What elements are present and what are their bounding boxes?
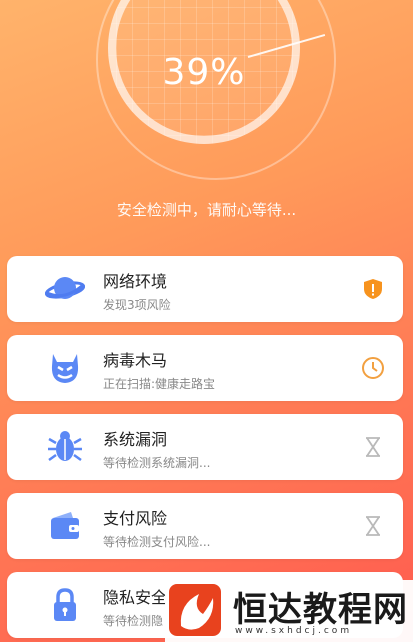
check-item-subtitle: 等待检测隐: [103, 614, 164, 628]
check-item-subtitle: 发现3项风险: [103, 298, 171, 312]
scan-status-text: 安全检测中，请耐心等待...: [116, 201, 297, 219]
clock-icon: [362, 357, 384, 379]
check-item-payment[interactable]: 支付风险 等待检测支付风险...: [7, 493, 403, 559]
check-item-title: 隐私安全: [103, 588, 168, 607]
check-item-virus[interactable]: 病毒木马 正在扫描:健康走路宝: [7, 335, 403, 401]
warning-shield-icon: [364, 279, 382, 299]
lock-icon: [54, 588, 76, 621]
scan-percent-label: 39%: [162, 52, 246, 93]
scan-progress-area: 39% 安全检测中，请耐心等待...: [0, 0, 413, 240]
hourglass-icon: [366, 437, 380, 457]
check-item-title: 支付风险: [103, 509, 168, 528]
check-item-title: 系统漏洞: [103, 430, 168, 449]
check-item-system[interactable]: 系统漏洞 等待检测系统漏洞...: [7, 414, 403, 480]
watermark-logo-icon: [169, 584, 221, 636]
check-item-title: 病毒木马: [103, 351, 168, 370]
hourglass-icon: [366, 516, 380, 536]
wallet-icon: [51, 512, 79, 539]
devil-icon: [51, 354, 79, 383]
check-item-subtitle: 等待检测支付风险...: [103, 535, 211, 549]
check-item-title: 网络环境: [103, 272, 168, 291]
check-item-subtitle: 正在扫描:健康走路宝: [103, 377, 216, 391]
planet-icon: [45, 277, 85, 299]
check-item-subtitle: 等待检测系统漏洞...: [103, 456, 211, 470]
check-item-network[interactable]: 网络环境 发现3项风险: [7, 256, 403, 322]
watermark-brand-text: 恒达教程网: [233, 590, 408, 630]
site-watermark: 恒达教程网 www.sxhdcj.com: [165, 580, 413, 642]
bug-icon: [48, 431, 82, 462]
watermark-url: www.sxhdcj.com: [235, 626, 353, 636]
